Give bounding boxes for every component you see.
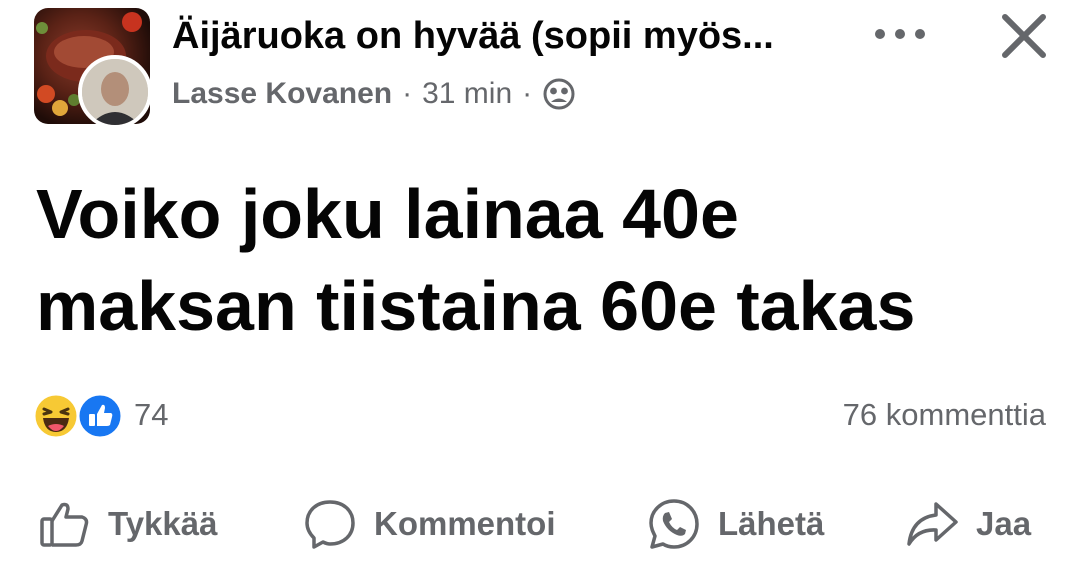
close-button[interactable] <box>994 6 1054 66</box>
send-label: Lähetä <box>718 505 825 542</box>
more-horizontal-icon <box>875 29 925 39</box>
haha-icon <box>32 392 80 440</box>
like-button[interactable]: Tykkää <box>38 492 217 556</box>
action-bar: Tykkää Kommentoi Lähetä Jaa <box>0 492 1080 556</box>
whatsapp-icon <box>649 499 699 549</box>
comment-button[interactable]: Kommentoi <box>302 492 556 556</box>
group-name[interactable]: Äijäruoka on hyvää (sopii myös... <box>172 14 842 58</box>
comment-count[interactable]: 76 kommenttia <box>843 393 1046 437</box>
reaction-icons <box>32 390 128 440</box>
send-button[interactable]: Lähetä <box>646 492 824 556</box>
comment-icon <box>305 500 355 549</box>
reactions-summary[interactable]: 74 <box>32 390 168 440</box>
author-avatar[interactable] <box>78 55 152 129</box>
post-text-line: maksan tiistaina 60e takas <box>36 267 916 345</box>
separator: · <box>402 77 413 110</box>
separator: · <box>522 77 533 110</box>
post-meta: Lasse Kovanen · 31 min · <box>172 74 576 114</box>
post-text: Voiko joku lainaa 40e maksan tiistaina 6… <box>36 168 1046 352</box>
post-text-line: Voiko joku lainaa 40e <box>36 175 739 253</box>
thumbs-up-icon <box>40 502 89 547</box>
share-label: Jaa <box>976 505 1032 542</box>
share-arrow-icon <box>907 502 958 546</box>
close-icon <box>1002 14 1046 58</box>
post-card: Äijäruoka on hyvää (sopii myös... Lasse … <box>0 0 1080 580</box>
reaction-count: 74 <box>134 397 169 432</box>
like-label: Tykkää <box>108 505 218 542</box>
author-name[interactable]: Lasse Kovanen <box>172 74 392 114</box>
share-button[interactable]: Jaa <box>904 492 1031 556</box>
comment-label: Kommentoi <box>374 505 556 542</box>
like-icon <box>76 392 124 440</box>
group-audience-icon <box>542 77 576 111</box>
more-options-button[interactable] <box>872 14 928 54</box>
post-time[interactable]: 31 min <box>422 74 512 114</box>
